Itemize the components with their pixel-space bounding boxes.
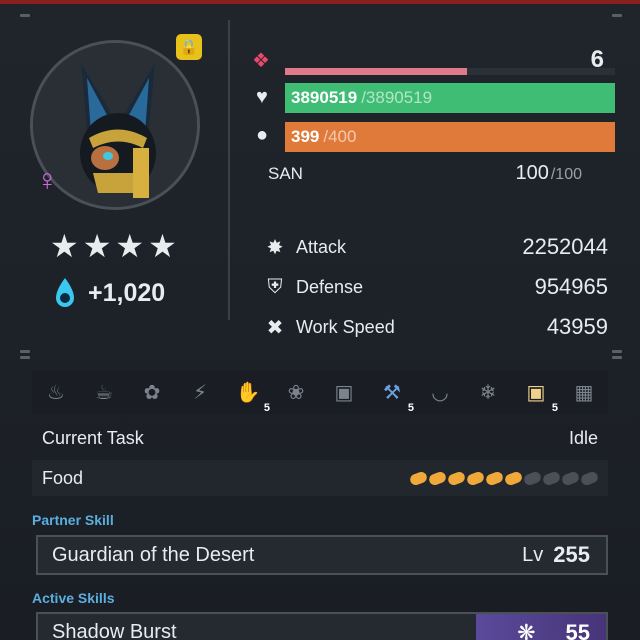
star-icon: ★	[115, 228, 145, 264]
san-value: 100/100	[470, 162, 582, 185]
scroll-marker	[20, 14, 30, 17]
food-pip-icon	[446, 469, 467, 487]
current-task-label: Current Task	[42, 427, 144, 448]
watering-icon[interactable]: ☕	[90, 378, 118, 406]
defense-shield-icon: ⛨	[267, 275, 283, 298]
hp-current: 3890519	[291, 88, 358, 107]
dark-element-icon: ❋	[517, 620, 536, 640]
san-current: 100	[515, 162, 549, 184]
food-row: Food	[32, 460, 608, 496]
scroll-marker	[612, 356, 622, 359]
current-task-value: Idle	[568, 427, 598, 448]
star-icon: ★	[82, 228, 112, 264]
stamina-icon: ●	[256, 124, 269, 146]
handiwork-icon[interactable]: ✋ 5	[234, 378, 270, 415]
food-pip-icon	[522, 469, 543, 487]
stat-work-speed: ✖ Work Speed 43959	[262, 312, 608, 342]
food-pip-icon	[579, 469, 600, 487]
attack-icon: ✸	[266, 236, 284, 259]
active-skills-heading: Active Skills	[32, 590, 115, 606]
partner-skill-lv-label: Lv	[522, 543, 544, 566]
food-pip-icon	[465, 469, 486, 487]
food-meter	[408, 469, 600, 487]
rank-stars: ★ ★ ★ ★	[50, 226, 177, 266]
stat-label: Work Speed	[296, 316, 395, 337]
stat-defense: ⛨ Defense 954965	[262, 272, 609, 302]
exp-bar	[285, 68, 615, 75]
partner-skill-name: Guardian of the Desert	[52, 543, 255, 566]
food-pip-icon	[484, 469, 505, 487]
transporting-icon[interactable]: ▣ 5	[522, 378, 558, 415]
star-icon: ★	[50, 228, 79, 264]
hp-max: /3890519	[361, 88, 433, 107]
stamina-max: /400	[323, 127, 357, 146]
column-divider	[228, 20, 230, 320]
stat-value: 43959	[546, 314, 608, 339]
female-gender-icon: ♀	[36, 164, 59, 197]
stat-label: Attack	[296, 236, 347, 257]
soul-bonus: +1,020	[50, 276, 165, 310]
kindling-icon[interactable]: ♨	[42, 378, 70, 406]
food-pip-icon	[427, 469, 448, 487]
work-level: 5	[407, 402, 414, 414]
mining-icon[interactable]: ⚒ 5	[378, 378, 414, 415]
heart-icon: ♥	[256, 86, 268, 108]
planting-icon[interactable]: ✿	[138, 378, 166, 406]
medicine-icon[interactable]: ◡	[426, 378, 454, 406]
soul-value: +1,020	[88, 278, 166, 307]
stat-attack: ✸ Attack 2252044	[262, 232, 608, 262]
food-pip-icon	[408, 469, 429, 487]
electricity-icon[interactable]: ⚡	[186, 378, 214, 406]
food-pip-icon	[541, 469, 562, 487]
soul-flame-icon	[50, 276, 80, 310]
san-max: /100	[550, 166, 582, 183]
food-pip-icon	[560, 469, 581, 487]
farming-icon[interactable]: ▦	[570, 378, 598, 406]
scroll-marker	[612, 14, 622, 17]
partner-skill-heading: Partner Skill	[32, 512, 114, 528]
element-badge: ❋ 55	[476, 614, 606, 640]
work-level: 5	[551, 402, 558, 414]
san-label: SAN	[268, 164, 303, 183]
scroll-marker	[612, 350, 622, 353]
active-skill-item[interactable]: Shadow Burst ❋ 55	[36, 612, 608, 640]
lumbering-icon[interactable]: ▣	[330, 378, 358, 406]
work-speed-icon: ✖	[266, 316, 284, 339]
food-label: Food	[42, 467, 84, 488]
stat-value: 954965	[534, 274, 608, 299]
scroll-marker	[20, 356, 30, 359]
stat-label: Defense	[296, 276, 364, 297]
stamina-current: 399	[291, 127, 320, 146]
partner-skill-lv-value: 255	[553, 542, 590, 567]
gathering-icon[interactable]: ❀	[282, 378, 310, 406]
cooling-icon[interactable]: ❄	[474, 378, 502, 406]
hp-bar: 3890519 /3890519	[285, 83, 615, 113]
work-level: 5	[263, 402, 270, 414]
stamina-bar: 399 /400	[285, 122, 615, 152]
food-pip-icon	[503, 469, 524, 487]
work-suitability-row: ♨ ☕ ✿ ⚡ ✋ 5 ❀ ▣ ⚒ 5 ◡ ❄ ▣ 5 ▦	[32, 370, 608, 414]
partner-skill-box[interactable]: Guardian of the Desert Lv 255	[36, 535, 608, 575]
current-task-row: Current Task Idle	[32, 420, 608, 456]
scroll-marker	[20, 350, 30, 353]
stat-value: 2252044	[522, 234, 608, 259]
level-icon: ❖	[252, 50, 270, 72]
lock-icon[interactable]: 🔒	[176, 34, 202, 60]
star-icon: ★	[148, 228, 177, 264]
active-skill-power: 55	[565, 620, 590, 640]
exp-bar-fill	[285, 68, 467, 75]
